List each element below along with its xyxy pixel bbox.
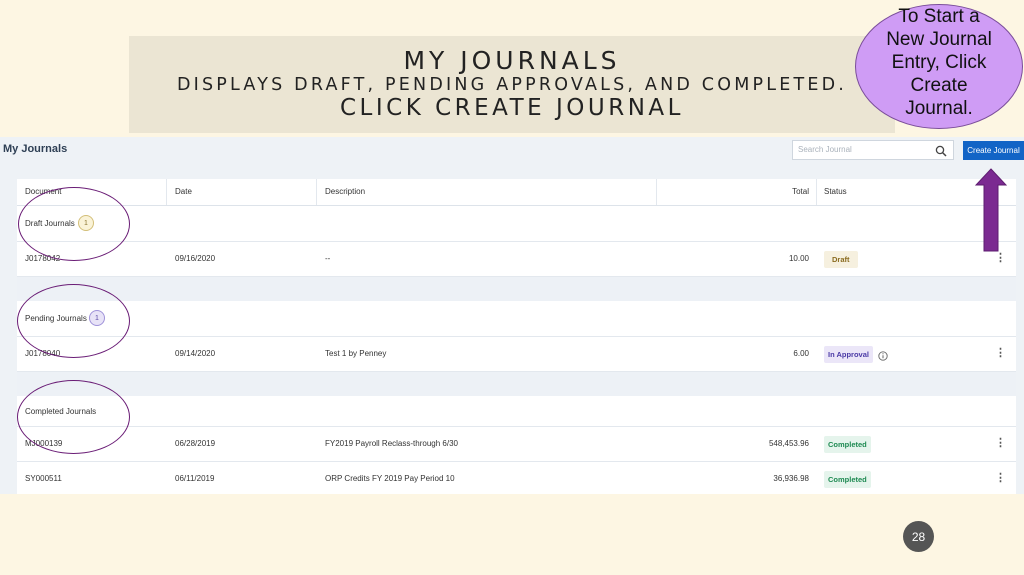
row-total: 10.00: [788, 254, 809, 263]
more-options-icon[interactable]: ⋮: [995, 253, 1006, 264]
more-options-icon[interactable]: ⋮: [995, 473, 1006, 484]
row-document[interactable]: SY000511: [25, 474, 62, 483]
table-row[interactable]: MJ000139 06/28/2019 FY2019 Payroll Recla…: [17, 427, 1016, 462]
column-header-date[interactable]: Date: [175, 187, 192, 196]
highlight-oval-draft: [18, 187, 130, 261]
row-date: 06/11/2019: [175, 474, 215, 483]
slide-subtitle: DISPLAYS DRAFT, PENDING APPROVALS, AND C…: [176, 75, 848, 95]
row-total: 6.00: [793, 349, 809, 358]
table-header: Document Date Description Total Status: [17, 179, 1016, 206]
status-badge: Completed: [824, 471, 871, 488]
column-header-status[interactable]: Status: [824, 187, 847, 196]
status-badge: In Approval: [824, 346, 873, 363]
table-row[interactable]: J0178040 09/14/2020 Test 1 by Penney 6.0…: [17, 337, 1016, 372]
search-box[interactable]: [792, 140, 954, 160]
row-description: FY2019 Payroll Reclass-through 6/30: [325, 439, 458, 448]
table-row[interactable]: SY000511 06/11/2019 ORP Credits FY 2019 …: [17, 462, 1016, 494]
status-badge: Draft: [824, 251, 858, 268]
page-number: 28: [903, 521, 934, 552]
status-badge: Completed: [824, 436, 871, 453]
slide-instruction: CLICK CREATE JOURNAL: [340, 95, 684, 121]
info-icon[interactable]: [878, 348, 888, 366]
row-description: ORP Credits FY 2019 Pay Period 10: [325, 474, 455, 483]
create-journal-button[interactable]: Create Journal: [963, 141, 1024, 160]
group-divider: [17, 277, 1016, 301]
column-header-description[interactable]: Description: [325, 187, 365, 196]
journals-app: My Journals Create Journal Document Date…: [0, 137, 1024, 494]
row-date: 06/28/2019: [175, 439, 216, 448]
group-row-completed: Completed Journals: [17, 396, 1016, 427]
group-row-pending: Pending Journals 1: [17, 301, 1016, 337]
page-title: My Journals: [3, 143, 68, 155]
group-row-draft: Draft Journals 1: [17, 206, 1016, 242]
row-total: 36,936.98: [773, 474, 809, 483]
row-total: 548,453.96: [768, 439, 809, 448]
row-date: 09/14/2020: [175, 349, 216, 358]
row-description: --: [325, 254, 331, 263]
more-options-icon[interactable]: ⋮: [995, 438, 1006, 449]
search-input[interactable]: [798, 145, 928, 154]
journals-table: Document Date Description Total Status D…: [17, 179, 1016, 494]
column-header-total[interactable]: Total: [792, 187, 809, 196]
table-row[interactable]: J0178042 09/16/2020 -- 10.00 Draft ⋮: [17, 242, 1016, 277]
row-date: 09/16/2020: [175, 254, 216, 263]
slide-title: MY JOURNALS: [403, 46, 621, 75]
highlight-oval-pending: [17, 284, 130, 358]
highlight-oval-completed: [17, 380, 130, 454]
arrow-up-icon: [975, 168, 1007, 252]
row-description: Test 1 by Penney: [325, 349, 387, 358]
slide-title-box: MY JOURNALS DISPLAYS DRAFT, PENDING APPR…: [129, 36, 895, 133]
callout-text: To Start a New Journal Entry, Click Crea…: [886, 6, 992, 119]
group-divider: [17, 372, 1016, 396]
search-icon[interactable]: [935, 144, 947, 162]
more-options-icon[interactable]: ⋮: [995, 348, 1006, 359]
